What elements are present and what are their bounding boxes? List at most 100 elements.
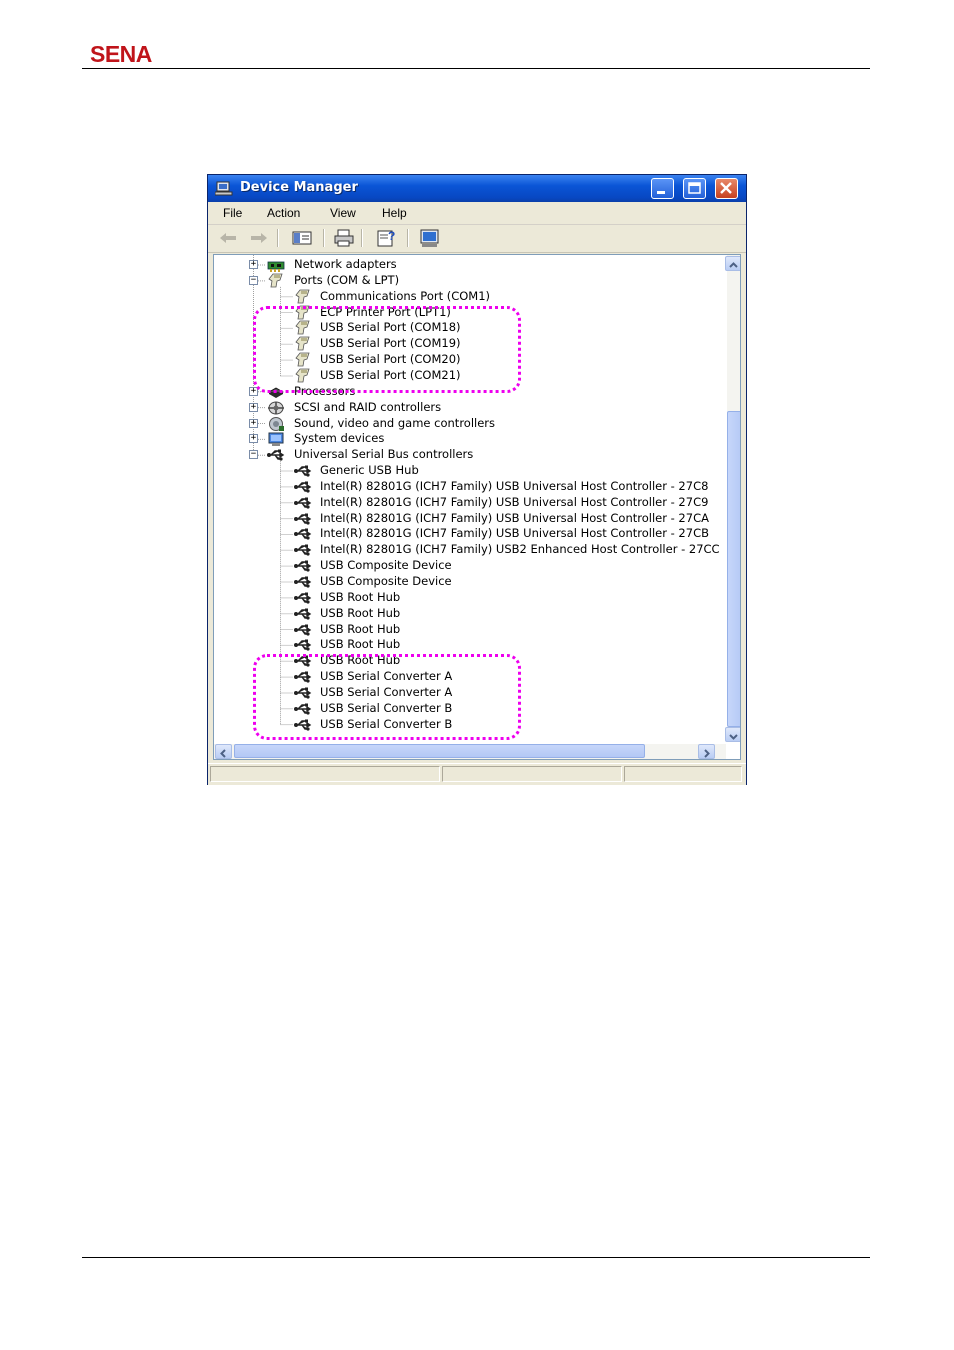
forward-arrow-icon[interactable] xyxy=(248,228,270,248)
menu-action[interactable]: Action xyxy=(267,206,300,220)
tree-item-label: Network adapters xyxy=(294,257,397,271)
port-connector-icon xyxy=(295,289,310,304)
vertical-scrollbar[interactable] xyxy=(725,255,740,742)
expand-button[interactable]: + xyxy=(249,402,258,412)
close-button[interactable] xyxy=(715,178,738,199)
chevron-up-icon xyxy=(729,262,738,268)
vertical-scroll-thumb[interactable] xyxy=(727,411,740,727)
tree-item-label: Sound, video and game controllers xyxy=(294,415,496,430)
status-pane-1 xyxy=(210,766,440,782)
usb-icon xyxy=(294,608,312,620)
tree-item-label: USB Root Hub xyxy=(320,589,401,604)
expand-button[interactable]: + xyxy=(249,260,258,269)
tree-device-item[interactable]: USB Root Hub xyxy=(214,637,726,653)
minimize-button[interactable] xyxy=(651,178,674,199)
status-pane-3 xyxy=(624,766,742,782)
tree-item-label: USB Root Hub xyxy=(320,605,401,620)
toolbar: ? xyxy=(208,225,746,253)
tree-item-label: Ports (COM & LPT) xyxy=(294,272,400,287)
highlight-usb-serial-ports xyxy=(253,306,521,393)
usb-icon xyxy=(294,528,312,541)
svg-text:?: ? xyxy=(388,229,395,243)
scroll-down-button[interactable] xyxy=(725,727,740,742)
tree-item-label: USB Root Hub xyxy=(320,637,401,652)
title-bar[interactable]: Device Manager xyxy=(208,175,746,202)
expand-button[interactable]: + xyxy=(249,434,258,444)
maximize-button[interactable] xyxy=(683,178,706,199)
tree-item-label: USB Composite Device xyxy=(320,558,452,573)
window-title: Device Manager xyxy=(240,180,358,195)
tree-item-label: Universal Serial Bus controllers xyxy=(294,447,474,462)
show-hide-console-tree-icon[interactable] xyxy=(291,228,313,248)
usb-icon xyxy=(294,544,312,556)
scroll-up-button[interactable] xyxy=(725,256,740,271)
maximize-icon xyxy=(688,182,701,194)
tree-item-label: SCSI and RAID controllers xyxy=(294,399,442,414)
properties-help-icon[interactable]: ? xyxy=(376,228,398,248)
tree-device-item[interactable]: Intel(R) 82801G (ICH7 Family) USB Univer… xyxy=(214,526,726,542)
chevron-right-icon xyxy=(704,749,710,758)
tree-device-item[interactable]: USB Root Hub xyxy=(214,622,726,638)
scroll-left-button[interactable] xyxy=(215,744,232,759)
sound-controller-icon xyxy=(269,416,284,431)
close-icon xyxy=(720,182,732,194)
collapse-button[interactable]: − xyxy=(249,275,258,285)
usb-icon xyxy=(294,481,312,493)
tree-item-label: Intel(R) 82801G (ICH7 Family) USB2 Enhan… xyxy=(320,542,720,557)
highlight-usb-serial-converters xyxy=(253,654,521,740)
tree-category[interactable]: + System devices xyxy=(214,431,726,447)
tree-device-item[interactable]: Intel(R) 82801G (ICH7 Family) USB Univer… xyxy=(214,479,726,495)
tree-device-item[interactable]: USB Composite Device xyxy=(214,558,726,574)
usb-icon xyxy=(294,639,312,651)
tree-category[interactable]: + Network adapters xyxy=(214,257,726,273)
tree-category[interactable]: + Sound, video and game controllers xyxy=(214,416,726,432)
header-rule xyxy=(82,68,870,69)
status-pane-2 xyxy=(442,766,622,782)
scan-hardware-icon[interactable] xyxy=(419,228,441,248)
status-bar xyxy=(208,763,746,785)
tree-item-label: Intel(R) 82801G (ICH7 Family) USB Univer… xyxy=(320,526,709,541)
usb-icon xyxy=(294,497,312,509)
usb-icon xyxy=(294,465,312,477)
sena-logo: SENA xyxy=(90,41,152,67)
tree-device-item[interactable]: Generic USB Hub xyxy=(214,463,726,479)
tree-device-item[interactable]: USB Composite Device xyxy=(214,574,726,590)
tree-category[interactable]: − Ports (COM & LPT) xyxy=(214,273,726,289)
usb-icon xyxy=(294,592,312,604)
tree-category[interactable]: − Universal Serial Bus controllers xyxy=(214,447,726,463)
tree-item-label: Communications Port (COM1) xyxy=(320,288,491,303)
horizontal-scrollbar[interactable] xyxy=(214,744,726,759)
menu-file[interactable]: File xyxy=(223,206,242,220)
menu-view[interactable]: View xyxy=(330,206,356,220)
horizontal-scroll-thumb[interactable] xyxy=(234,744,645,758)
tree-device-item[interactable]: USB Root Hub xyxy=(214,590,726,606)
scsi-controller-icon xyxy=(268,401,284,415)
chevron-down-icon xyxy=(729,734,738,740)
scroll-right-button[interactable] xyxy=(698,744,715,759)
tree-item-label: Intel(R) 82801G (ICH7 Family) USB Univer… xyxy=(320,478,709,493)
printer-icon[interactable] xyxy=(333,228,355,248)
chevron-left-icon xyxy=(220,749,226,758)
tree-device-item[interactable]: Intel(R) 82801G (ICH7 Family) USB Univer… xyxy=(214,511,726,527)
tree-item-label: System devices xyxy=(294,431,385,446)
tree-item-label: Intel(R) 82801G (ICH7 Family) USB Univer… xyxy=(320,510,709,525)
tree-item-label: Generic USB Hub xyxy=(320,463,419,478)
usb-icon xyxy=(294,513,312,525)
port-connector-icon xyxy=(268,273,283,288)
tree-item-label: Intel(R) 82801G (ICH7 Family) USB Univer… xyxy=(320,494,709,509)
tree-device-item[interactable]: Intel(R) 82801G (ICH7 Family) USB Univer… xyxy=(214,495,726,511)
tree-item-label: USB Composite Device xyxy=(320,574,452,588)
tree-device-item[interactable]: USB Root Hub xyxy=(214,606,726,622)
tree-category[interactable]: + SCSI and RAID controllers xyxy=(214,400,726,416)
back-arrow-icon[interactable] xyxy=(217,228,239,248)
computer-icon xyxy=(215,181,233,196)
tree-device-item[interactable]: Communications Port (COM1) xyxy=(214,289,726,305)
tree-device-item[interactable]: Intel(R) 82801G (ICH7 Family) USB2 Enhan… xyxy=(214,542,726,558)
usb-icon xyxy=(294,624,312,636)
expand-button[interactable]: + xyxy=(249,418,258,428)
menu-help[interactable]: Help xyxy=(382,206,407,220)
usb-icon xyxy=(294,560,312,572)
collapse-button[interactable]: − xyxy=(249,450,258,460)
footer-rule xyxy=(82,1257,870,1258)
minimize-icon xyxy=(657,191,665,194)
